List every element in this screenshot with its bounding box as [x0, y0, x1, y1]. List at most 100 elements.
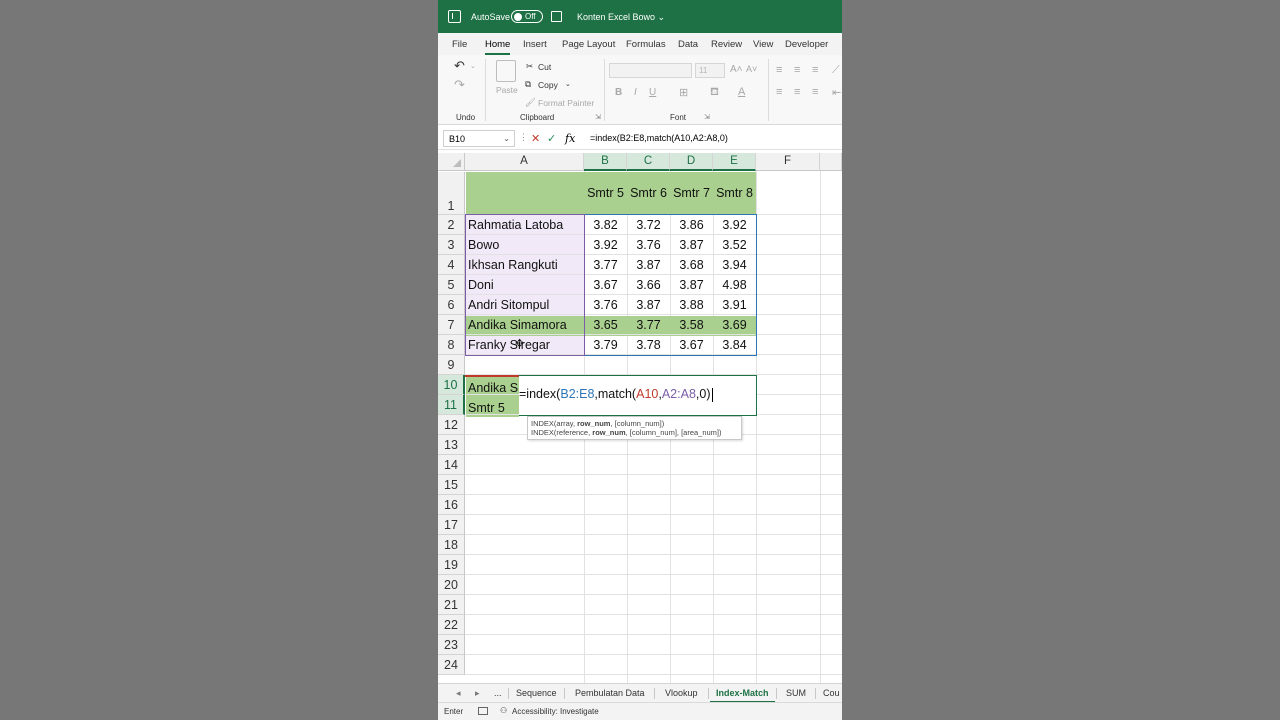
underline-icon[interactable]: U [649, 87, 656, 98]
value-cell-b7[interactable]: 3.65 [584, 315, 627, 335]
row-header-22[interactable]: 22 [438, 615, 465, 635]
tab-insert[interactable]: Insert [523, 39, 547, 50]
cut-button[interactable]: Cut [538, 62, 551, 72]
name-cell-a6[interactable]: Andri Sitompul [468, 295, 583, 315]
row-header-5[interactable]: 5 [438, 275, 465, 295]
name-cell-a7[interactable]: Andika Simamora [468, 315, 583, 335]
document-title[interactable]: Konten Excel Bowo ⌄ [577, 12, 665, 23]
macro-record-icon[interactable] [478, 707, 488, 715]
value-cell-c5[interactable]: 3.66 [627, 275, 670, 295]
row-header-3[interactable]: 3 [438, 235, 465, 255]
header-cell-d1[interactable]: Smtr 7 [670, 172, 713, 214]
select-all-corner[interactable] [438, 153, 465, 171]
name-cell-a3[interactable]: Bowo [468, 235, 583, 255]
accessibility-status[interactable]: Accessibility: Investigate [512, 707, 599, 716]
sheet-tab-vlookup[interactable]: Vlookup [665, 688, 698, 698]
row-header-9[interactable]: 9 [438, 355, 465, 375]
column-header-f[interactable]: F [756, 153, 820, 171]
row-header-19[interactable]: 19 [438, 555, 465, 575]
more-options-icon[interactable]: ⋮ [519, 132, 528, 143]
value-cell-e4[interactable]: 3.94 [713, 255, 756, 275]
column-header-g[interactable] [820, 153, 842, 171]
name-cell-a8[interactable]: Franky Siregar [468, 335, 583, 355]
row-header-23[interactable]: 23 [438, 635, 465, 655]
in-cell-formula-editor[interactable]: =index(B2:E8,match(A10,A2:A8,0) [519, 387, 713, 407]
align-bottom-icon[interactable]: ≡ [812, 64, 818, 76]
value-cell-d6[interactable]: 3.88 [670, 295, 713, 315]
tab-page-layout[interactable]: Page Layout [562, 39, 615, 50]
tab-home[interactable]: Home [485, 39, 511, 55]
header-cell-b1[interactable]: Smtr 5 [584, 172, 627, 214]
value-cell-e8[interactable]: 3.84 [713, 335, 756, 355]
name-cell-a2[interactable]: Rahmatia Latoba [468, 215, 583, 235]
undo-icon[interactable]: ↶ [454, 58, 465, 74]
align-top-icon[interactable]: ≡ [776, 64, 782, 76]
value-cell-e5[interactable]: 4.98 [713, 275, 756, 295]
value-cell-e2[interactable]: 3.92 [713, 215, 756, 235]
insert-function-icon[interactable]: fx [565, 132, 575, 145]
chevron-down-icon[interactable]: ⌄ [503, 134, 510, 143]
increase-font-icon[interactable]: A˄ [730, 64, 743, 75]
row-header-20[interactable]: 20 [438, 575, 465, 595]
align-center-icon[interactable]: ≡ [794, 86, 800, 98]
value-cell-e7[interactable]: 3.69 [713, 315, 756, 335]
tab-developer[interactable]: Developer [785, 39, 828, 50]
tab-review[interactable]: Review [711, 39, 742, 50]
align-middle-icon[interactable]: ≡ [794, 64, 800, 76]
value-cell-c6[interactable]: 3.87 [627, 295, 670, 315]
row-header-17[interactable]: 17 [438, 515, 465, 535]
tab-file[interactable]: File [452, 39, 467, 50]
cancel-icon[interactable]: ✕ [531, 132, 540, 145]
decrease-font-icon[interactable]: A˅ [746, 64, 757, 74]
tab-data[interactable]: Data [678, 39, 698, 50]
indent-icon[interactable]: ⇤ [832, 86, 841, 99]
row-header-4[interactable]: 4 [438, 255, 465, 275]
align-right-icon[interactable]: ≡ [812, 86, 818, 98]
row-header-6[interactable]: 6 [438, 295, 465, 315]
borders-icon[interactable]: ⊞ [679, 86, 688, 99]
bold-icon[interactable]: B [615, 87, 622, 98]
italic-icon[interactable]: I [634, 87, 637, 98]
name-cell-a4[interactable]: Ikhsan Rangkuti [468, 255, 583, 275]
row-header-10[interactable]: 10 [438, 375, 465, 395]
redo-icon[interactable]: ↷ [454, 77, 465, 93]
column-header-a[interactable]: A [465, 153, 584, 171]
autosave-toggle[interactable]: Off [511, 10, 543, 23]
tab-formulas[interactable]: Formulas [626, 39, 666, 50]
font-size-box[interactable]: 11 [695, 63, 725, 78]
paste-button[interactable]: Paste [496, 85, 518, 95]
row-header-18[interactable]: 18 [438, 535, 465, 555]
copy-button[interactable]: Copy [538, 80, 558, 90]
value-cell-d3[interactable]: 3.87 [670, 235, 713, 255]
column-header-b[interactable]: B [584, 153, 627, 171]
clipboard-launcher-icon[interactable]: ⇲ [595, 113, 601, 121]
value-cell-d5[interactable]: 3.87 [670, 275, 713, 295]
paste-icon[interactable] [496, 60, 516, 82]
sheet-tab-index-match[interactable]: Index-Match [710, 688, 774, 703]
value-cell-c8[interactable]: 3.78 [627, 335, 670, 355]
sheet-tab-sequence[interactable]: Sequence [516, 688, 557, 698]
row-header-2[interactable]: 2 [438, 215, 465, 235]
value-cell-c7[interactable]: 3.77 [627, 315, 670, 335]
more-sheets-button[interactable]: ... [494, 688, 502, 698]
value-cell-c2[interactable]: 3.72 [627, 215, 670, 235]
align-left-icon[interactable]: ≡ [776, 86, 782, 98]
tooltip-line-reference[interactable]: INDEX(reference, row_num, [column_num], … [531, 428, 738, 437]
tooltip-line-array[interactable]: INDEX(array, row_num, [column_num]) [531, 419, 738, 428]
row-header-21[interactable]: 21 [438, 595, 465, 615]
row-header-14[interactable]: 14 [438, 455, 465, 475]
save-icon[interactable] [551, 11, 562, 22]
column-header-d[interactable]: D [670, 153, 713, 171]
cell-a11[interactable]: Smtr 5 [468, 398, 519, 418]
row-header-13[interactable]: 13 [438, 435, 465, 455]
orientation-icon[interactable]: ⟋ [832, 64, 840, 77]
scroll-right-icon[interactable]: ▸ [475, 688, 480, 699]
value-cell-e3[interactable]: 3.52 [713, 235, 756, 255]
value-cell-d8[interactable]: 3.67 [670, 335, 713, 355]
cell-a10[interactable]: Andika S [468, 378, 519, 398]
value-cell-e6[interactable]: 3.91 [713, 295, 756, 315]
row-header-16[interactable]: 16 [438, 495, 465, 515]
undo-dropdown-icon[interactable]: ⌄ [470, 62, 476, 70]
copy-dropdown-icon[interactable]: ⌄ [565, 80, 571, 88]
row-header-1[interactable]: 1 [438, 172, 465, 215]
